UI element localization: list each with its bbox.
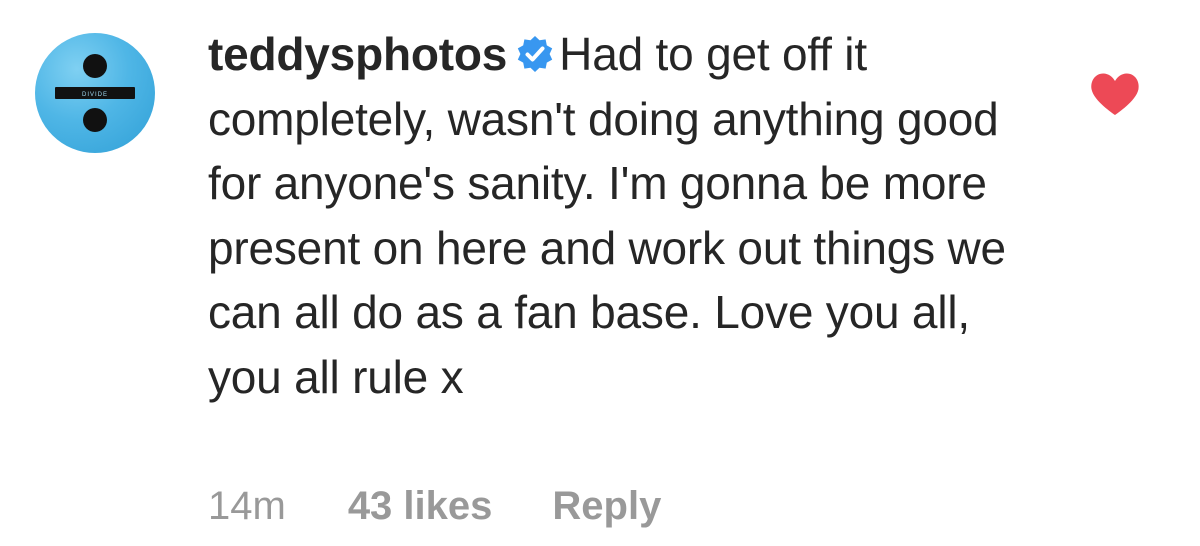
divide-symbol-icon: DIVIDE [55,54,135,132]
comment-text-block: teddysphotos Had to get off it completely… [208,22,1008,409]
reply-button[interactable]: Reply [552,481,661,531]
comment-meta: 14m 43 likes Reply [208,481,661,531]
comment-time: 14m [208,484,286,528]
likes-count-button[interactable]: 43 likes [348,481,493,531]
avatar[interactable]: DIVIDE [35,33,155,153]
comment: DIVIDE teddysphotos Had to get off it com… [0,0,1200,546]
heart-icon[interactable] [1090,72,1140,116]
comment-body: teddysphotos Had to get off it completely… [208,22,1008,409]
comment-username[interactable]: teddysphotos [208,28,507,80]
verified-badge-icon [517,36,553,72]
comment-text: Had to get off it completely, wasn't doi… [208,28,1006,403]
album-label: DIVIDE [82,92,108,98]
